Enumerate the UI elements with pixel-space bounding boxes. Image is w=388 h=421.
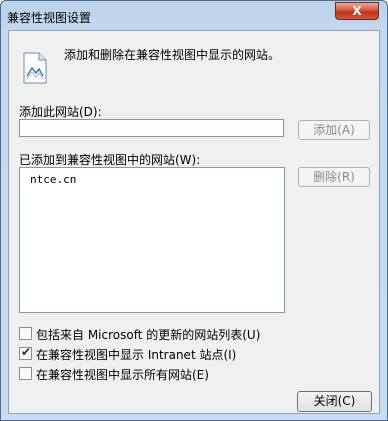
checkbox[interactable] <box>19 367 32 380</box>
window-title: 兼容性视图设置 <box>7 11 92 25</box>
delete-button[interactable]: 删除(R) <box>298 167 370 187</box>
intro-text: 添加和删除在兼容性视图中显示的网站。 <box>64 48 281 62</box>
checkmark-icon: ✔ <box>21 345 32 359</box>
dialog-body: 添加和删除在兼容性视图中显示的网站。 添加此网站(D): 添加(A) 已添加到兼… <box>8 30 380 414</box>
close-button[interactable]: 关闭(C) <box>297 391 372 412</box>
add-site-input[interactable] <box>19 119 284 137</box>
title-bar: 兼容性视图设置 X <box>1 1 387 31</box>
document-icon <box>23 52 47 84</box>
window-close-button[interactable]: X <box>335 2 379 20</box>
site-listbox[interactable]: ntce.cn <box>19 167 285 313</box>
checkbox-label: 在兼容性视图中显示所有网站(E) <box>36 368 209 382</box>
close-icon: X <box>352 4 362 18</box>
compatibility-view-dialog: 兼容性视图设置 X 添加和删除在兼容性视图中显示的网站。 添加此网站(D): 添… <box>0 0 388 421</box>
checkbox[interactable] <box>19 327 32 340</box>
add-button[interactable]: 添加(A) <box>298 120 370 140</box>
site-list-label: 已添加到兼容性视图中的网站(W): <box>19 153 201 167</box>
checkbox-label: 在兼容性视图中显示 Intranet 站点(I) <box>36 348 237 362</box>
list-item[interactable]: ntce.cn <box>30 173 76 186</box>
add-site-label: 添加此网站(D): <box>19 105 102 119</box>
checkbox[interactable]: ✔ <box>19 345 32 360</box>
checkbox-label: 包括来自 Microsoft 的更新的网站列表(U) <box>36 328 261 342</box>
